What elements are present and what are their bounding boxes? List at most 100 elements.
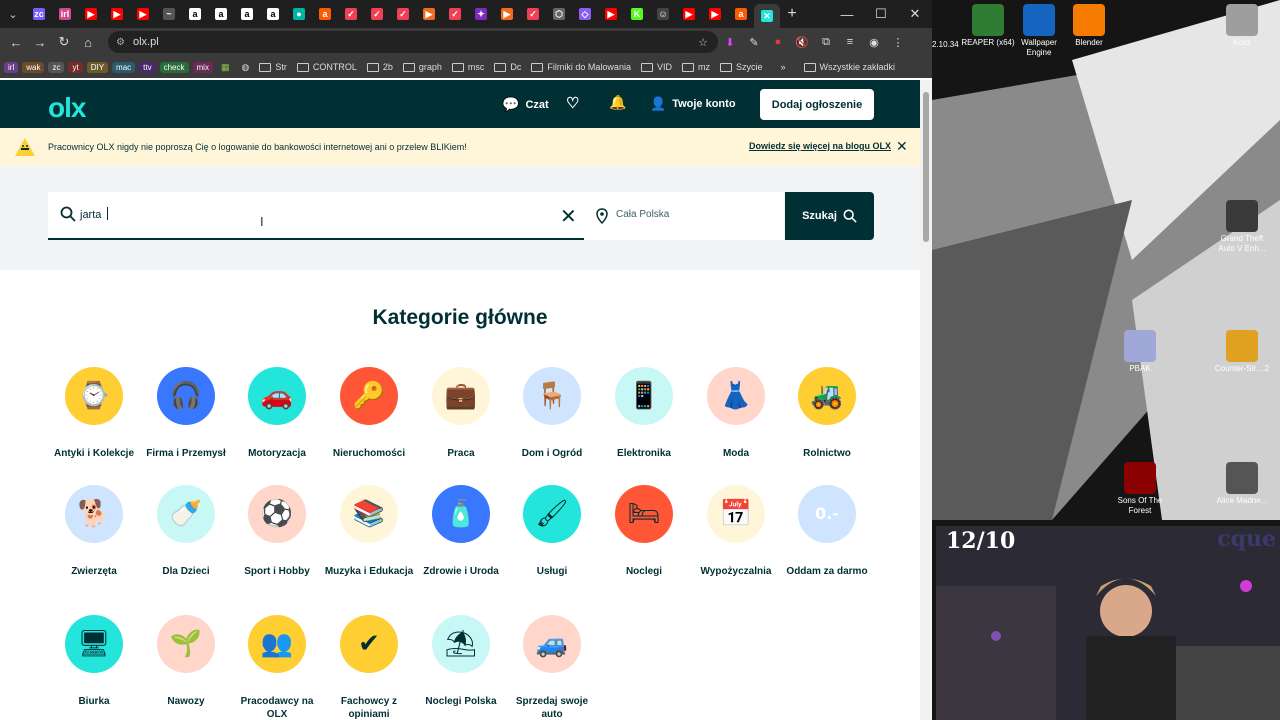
browser-tab[interactable]: ✓ xyxy=(520,0,546,28)
bookmark-folder[interactable]: Dc xyxy=(494,62,521,72)
close-window-icon[interactable]: ✕ xyxy=(898,6,932,22)
category-noclegi-polska[interactable]: ⛱ Noclegi Polska xyxy=(415,615,507,708)
category-nieruchomosci[interactable]: 🔑 Nieruchomości xyxy=(323,367,415,460)
category-dla-dzieci[interactable]: 🍼 Dla Dzieci xyxy=(140,485,232,578)
clear-search-icon[interactable]: ✕ xyxy=(560,204,577,229)
bookmark-chip[interactable]: yt xyxy=(68,61,83,73)
browser-tab[interactable]: ✓ xyxy=(390,0,416,28)
category-biurka[interactable]: 🖥 Biurka xyxy=(48,615,140,708)
bookmark-chip[interactable]: mac xyxy=(112,61,136,73)
bookmark-folder[interactable]: graph xyxy=(402,62,442,72)
search-query-text[interactable]: jarta xyxy=(80,209,101,221)
bookmarks-overflow-icon[interactable]: » xyxy=(780,62,785,72)
browser-menu-icon[interactable]: ⋮ xyxy=(886,30,910,54)
bookmark-folder[interactable]: Filmiki do Malowania xyxy=(531,62,631,72)
browser-tab[interactable]: ☺ xyxy=(650,0,676,28)
notifications-bell-icon[interactable]: 🔔 xyxy=(609,94,626,111)
category-sport[interactable]: ⚽ Sport i Hobby xyxy=(231,485,323,578)
browser-tab[interactable]: ✓ xyxy=(364,0,390,28)
bookmark-chip[interactable]: zc xyxy=(48,61,65,73)
reload-icon[interactable]: ↻ xyxy=(52,34,76,50)
desktop-icon-blender[interactable]: Blender xyxy=(1059,4,1119,48)
browser-tab[interactable]: a xyxy=(728,0,754,28)
tab-search-icon[interactable]: ⌄ xyxy=(0,8,26,21)
notice-blog-link[interactable]: Dowiedz się więcej na blogu OLX xyxy=(749,141,891,151)
browser-tab[interactable]: ◇ xyxy=(572,0,598,28)
browser-tab[interactable]: a xyxy=(312,0,338,28)
media-controls-icon[interactable]: ≡ xyxy=(838,30,862,54)
omnibox[interactable]: ⚙ olx.pl ☆ xyxy=(108,31,718,53)
category-rolnictwo[interactable]: 🚜 Rolnictwo xyxy=(781,367,873,460)
browser-tab[interactable]: zc xyxy=(26,0,52,28)
category-fachowcy[interactable]: ✔ Fachowcy z opiniami xyxy=(323,615,415,720)
category-oddam[interactable]: 0.- Oddam za darmo xyxy=(781,485,873,578)
bookmark-chip[interactable]: check xyxy=(159,61,189,73)
page-scrollbar[interactable] xyxy=(920,80,932,720)
desktop-icon-pbak[interactable]: PBAK xyxy=(1110,330,1170,374)
desktop-icon-alice-madness[interactable]: Alice Madne... xyxy=(1212,462,1272,506)
category-uslugi[interactable]: 🖌 Usługi xyxy=(506,485,598,578)
browser-tab[interactable]: ✓ xyxy=(442,0,468,28)
category-sprzedaj-auto[interactable]: 🚙 Sprzedaj swoje auto xyxy=(506,615,598,720)
search-input[interactable]: jarta I ✕ xyxy=(48,192,584,240)
browser-tab[interactable]: a xyxy=(182,0,208,28)
apps-grid-icon[interactable]: ▦ xyxy=(221,62,230,73)
close-notice-icon[interactable]: ✕ xyxy=(896,138,908,155)
bookmark-folder[interactable]: 2b xyxy=(366,62,393,72)
category-dom[interactable]: 🪑 Dom i Ogród xyxy=(506,367,598,460)
desktop-icon-gta[interactable]: Grand Theft Auto V Enh... xyxy=(1212,200,1272,254)
category-muzyka[interactable]: 📚 Muzyka i Edukacja xyxy=(323,485,415,578)
bookmark-chip[interactable]: wak xyxy=(22,61,45,73)
browser-tab[interactable]: ▶ xyxy=(702,0,728,28)
bookmark-chip[interactable]: DIY xyxy=(86,61,109,73)
browser-tab[interactable]: a xyxy=(208,0,234,28)
bookmark-folder[interactable]: VID xyxy=(640,62,672,72)
browser-tab[interactable]: ⬡ xyxy=(546,0,572,28)
minimize-icon[interactable]: — xyxy=(830,7,864,22)
browser-tab[interactable]: a xyxy=(234,0,260,28)
browser-tab[interactable]: ● xyxy=(286,0,312,28)
back-icon[interactable]: ← xyxy=(4,35,28,50)
extensions-puzzle-icon[interactable]: ⧉ xyxy=(814,30,838,54)
maximize-icon[interactable]: ☐ xyxy=(864,6,898,22)
category-elektronika[interactable]: 📱 Elektronika xyxy=(598,367,690,460)
category-praca[interactable]: 💼 Praca xyxy=(415,367,507,460)
category-firma[interactable]: 🎧 Firma i Przemysł xyxy=(140,367,232,460)
profile-icon[interactable]: ◉ xyxy=(862,30,886,54)
favorites-heart-icon[interactable]: ♡ xyxy=(566,94,579,112)
browser-tab[interactable]: ~ xyxy=(156,0,182,28)
bookmark-folder[interactable]: CONTROL xyxy=(296,62,357,72)
desktop-icon-sons-of-the-forest[interactable]: Sons Of The Forest xyxy=(1110,462,1170,516)
browser-tab[interactable]: ✦ xyxy=(468,0,494,28)
search-button[interactable]: Szukaj xyxy=(785,192,874,240)
category-antyki[interactable]: ⌚ Antyki i Kolekcje xyxy=(48,367,140,460)
bookmark-folder[interactable]: mz xyxy=(681,62,710,72)
category-wypozyczalnia[interactable]: 📅 Wypożyczalnia xyxy=(690,485,782,578)
bookmark-chip[interactable]: ttv xyxy=(139,61,156,73)
bookmark-chip[interactable]: mix xyxy=(192,61,213,73)
browser-tab[interactable]: ▶ xyxy=(130,0,156,28)
category-pracodawcy[interactable]: 👥 Pracodawcy na OLX xyxy=(231,615,323,720)
browser-tab[interactable]: ▶ xyxy=(78,0,104,28)
location-input[interactable]: Cała Polska xyxy=(584,192,784,240)
category-zwierzeta[interactable]: 🐕 Zwierzęta xyxy=(48,485,140,578)
home-icon[interactable]: ⌂ xyxy=(76,35,100,50)
web-globe-icon[interactable]: ◍ xyxy=(241,62,249,73)
scrollbar-thumb[interactable] xyxy=(923,92,929,242)
category-nawozy[interactable]: 🌱 Nawozy xyxy=(140,615,232,708)
browser-tab[interactable]: ▶ xyxy=(104,0,130,28)
site-info-icon[interactable]: ⚙ xyxy=(116,37,125,48)
forward-icon[interactable]: → xyxy=(28,35,52,50)
desktop-icon-recycle-bin[interactable]: Kosz xyxy=(1212,4,1272,48)
account-link[interactable]: 👤 Twoje konto xyxy=(650,96,736,112)
browser-tab[interactable]: ✓ xyxy=(338,0,364,28)
browser-tab[interactable]: K xyxy=(624,0,650,28)
bookmark-chip[interactable]: irl xyxy=(4,61,19,73)
browser-tab[interactable]: ▶ xyxy=(598,0,624,28)
category-moda[interactable]: 👗 Moda xyxy=(690,367,782,460)
bookmark-folder[interactable]: msc xyxy=(451,62,484,72)
browser-tab[interactable]: irl xyxy=(52,0,78,28)
download-extension-icon[interactable]: ⬇ xyxy=(718,30,742,54)
bookmark-folder[interactable]: Str xyxy=(259,62,287,72)
browser-tab[interactable]: ▶ xyxy=(494,0,520,28)
